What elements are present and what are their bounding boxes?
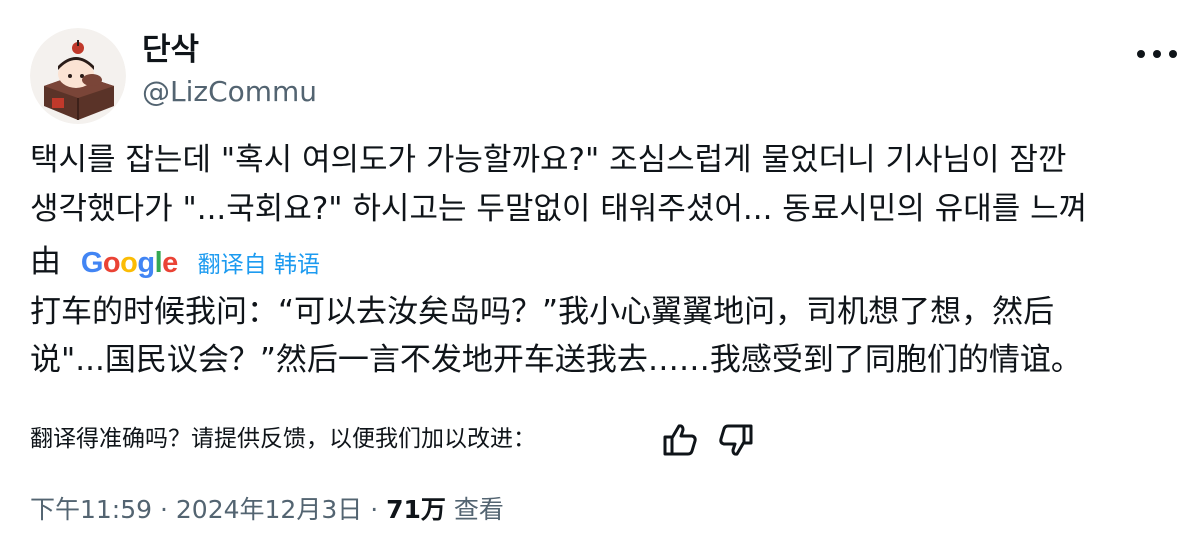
tweet-meta: 下午11:59 · 2024年12月3日 · 71万 查看 — [30, 490, 504, 530]
avatar[interactable] — [30, 28, 126, 124]
author-handle[interactable]: @LizCommu — [142, 74, 317, 110]
google-wordmark: Google — [80, 247, 178, 279]
tweet-text-tail: 由 — [30, 244, 61, 280]
separator: · — [370, 495, 379, 524]
thumbs-up-icon[interactable] — [660, 420, 700, 460]
thumbs-down-icon[interactable] — [716, 420, 756, 460]
views-count: 71万 — [386, 495, 446, 524]
tweet-date[interactable]: 2024年12月3日 — [176, 495, 362, 524]
separator: · — [160, 495, 168, 524]
more-options-icon[interactable] — [1132, 44, 1182, 64]
translation-feedback-prompt: 翻译得准确吗？请提供反馈，以便我们加以改进： — [30, 426, 536, 452]
author-display-name[interactable]: 단삭 — [142, 30, 199, 70]
google-logo: Google — [81, 239, 178, 288]
translated-text: 打车的时候我问：“可以去汝矣岛吗？”我小心翼翼地问，司机想了想，然后 说"...… — [30, 294, 1082, 378]
translation-attribution: 由 Google 翻译自 韩语 — [30, 238, 320, 290]
translated-from-link[interactable]: 翻译自 韩语 — [198, 252, 320, 278]
views-label: 查看 — [453, 495, 504, 524]
tweet-time[interactable]: 下午11:59 — [30, 495, 152, 524]
tweet-text: 택시를 잡는데 "혹시 여의도가 가능할까요?" 조심스럽게 물었더니 기사님이… — [30, 142, 1088, 227]
avatar-image — [30, 28, 126, 124]
